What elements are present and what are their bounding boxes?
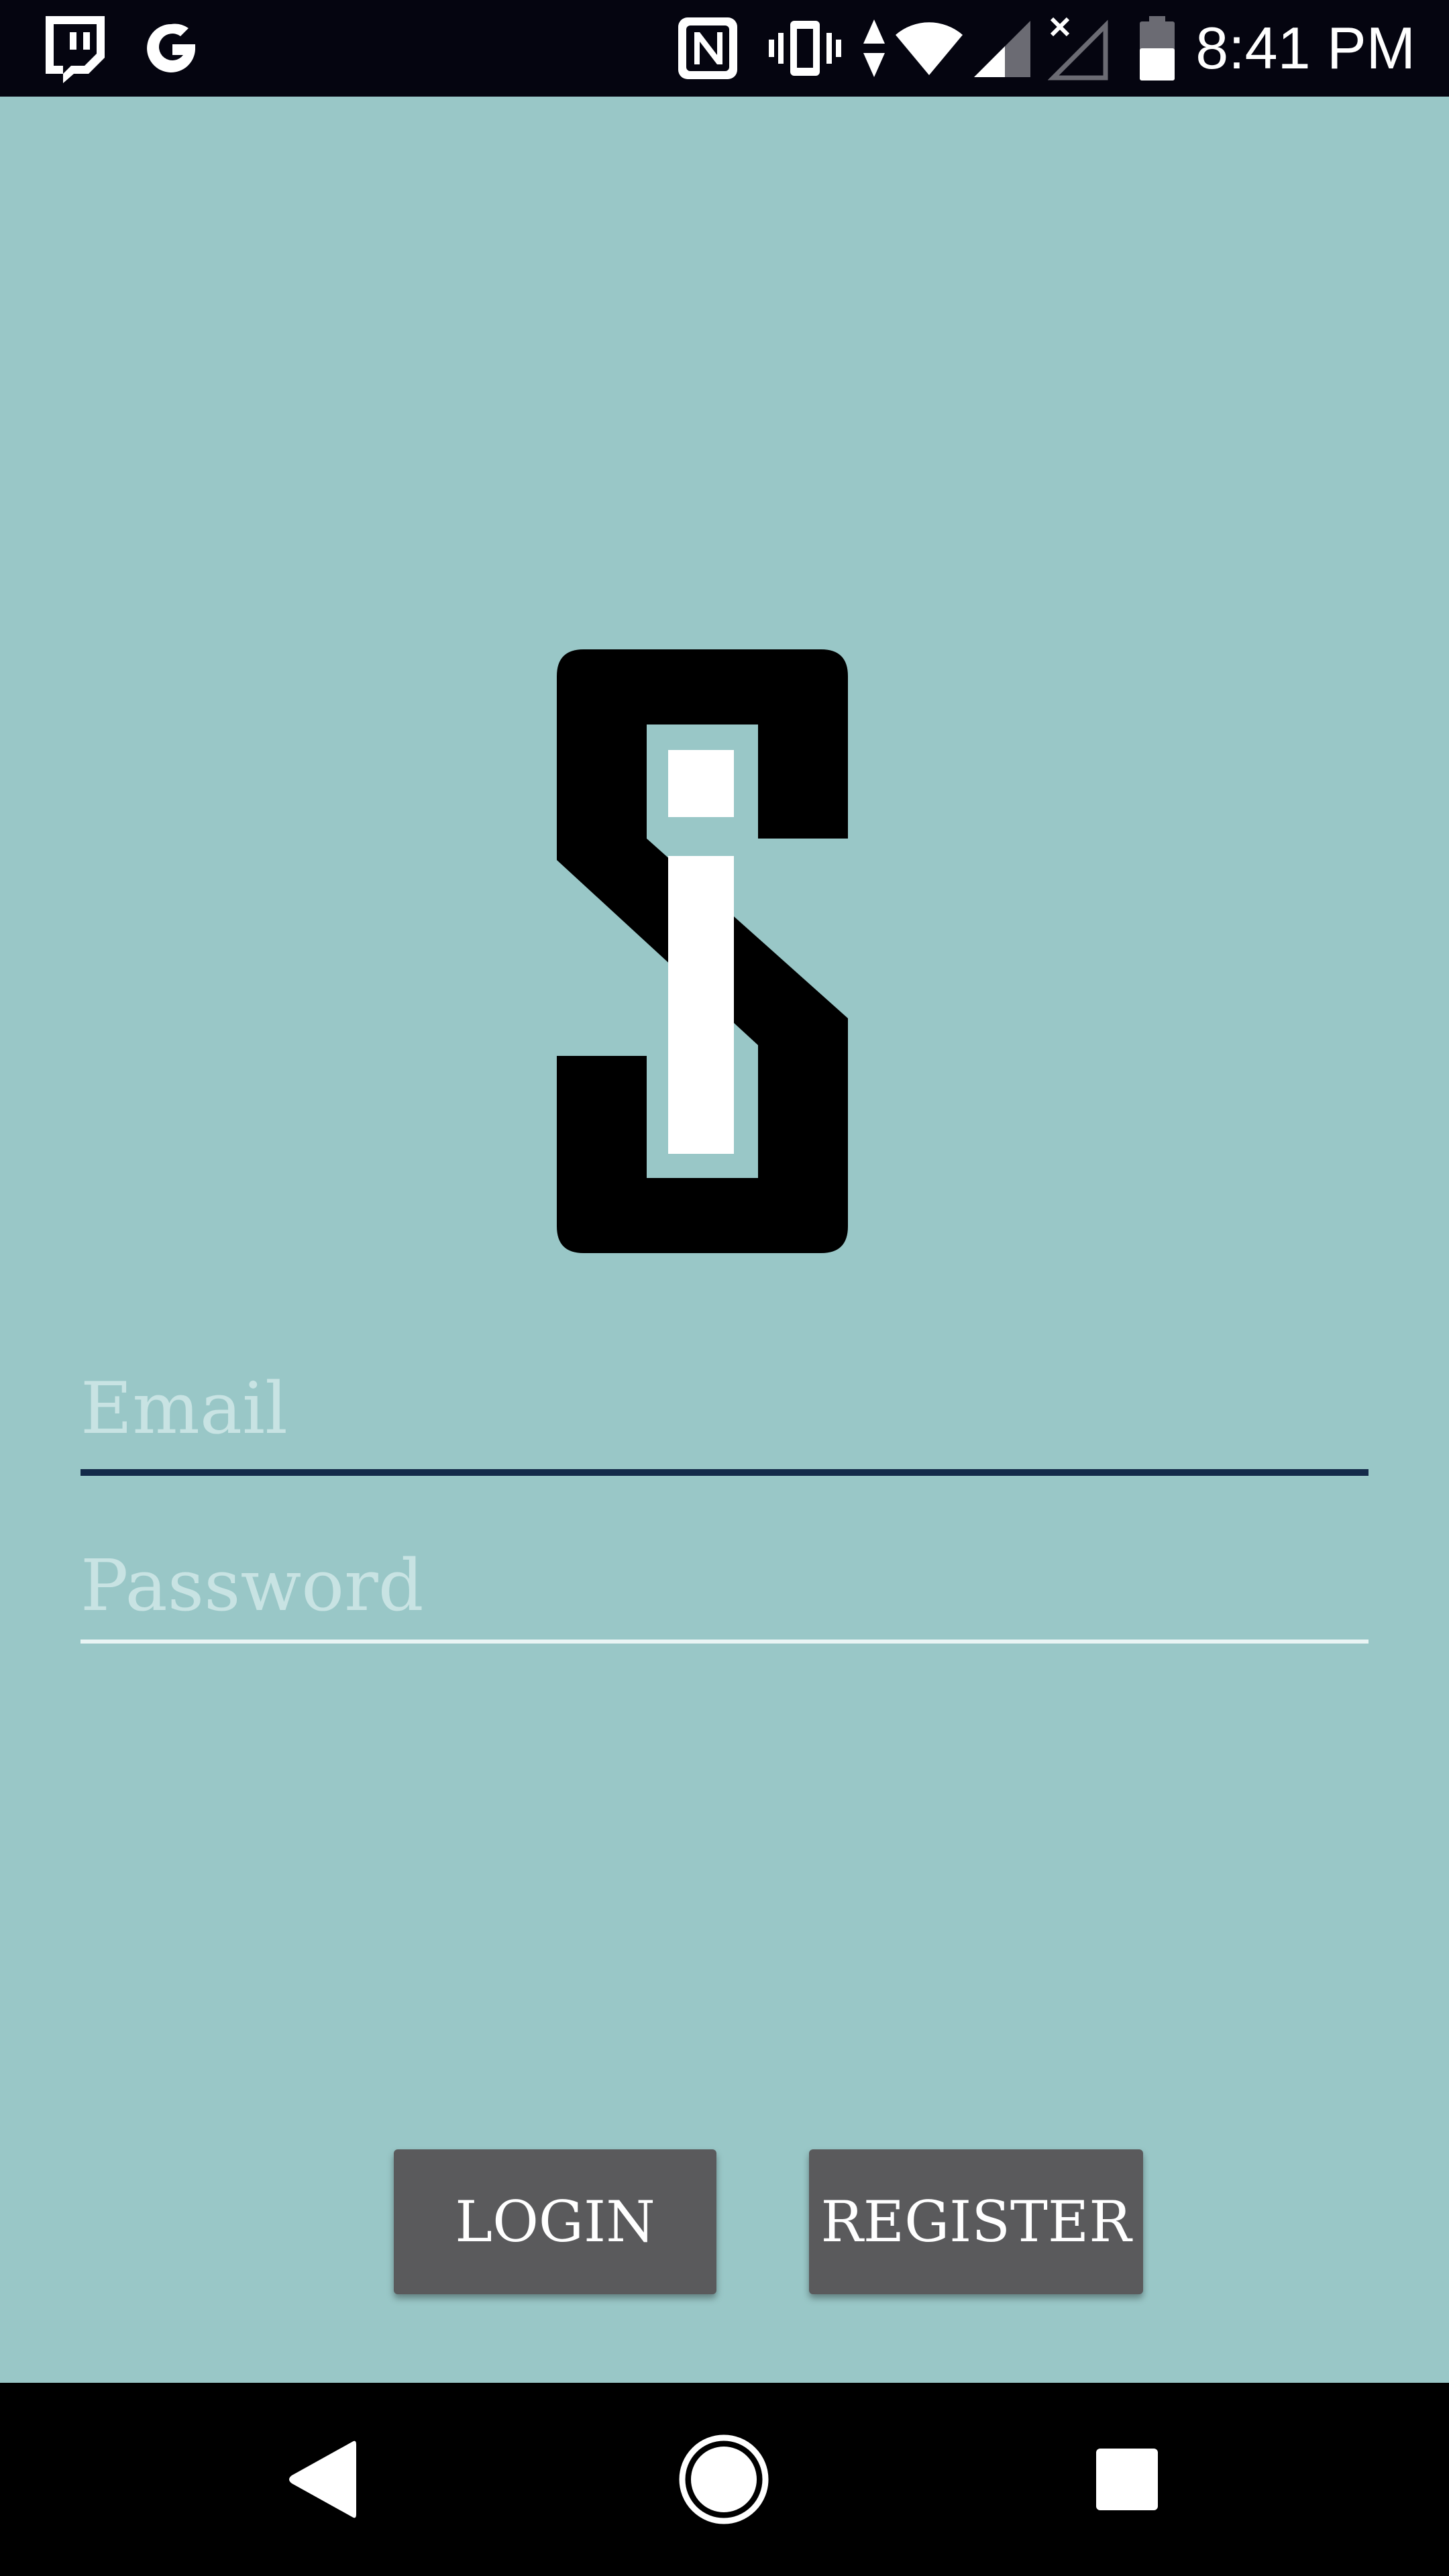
email-field bbox=[80, 1348, 1368, 1476]
recents-icon bbox=[1096, 2449, 1158, 2510]
login-screen: LOGIN REGISTER bbox=[0, 97, 1449, 2383]
cell-signal-icon bbox=[969, 0, 1036, 97]
password-field bbox=[80, 1532, 1368, 1644]
status-time: 8:41 PM bbox=[1195, 15, 1415, 81]
status-bar: 8:41 PM bbox=[0, 0, 1449, 97]
wifi-icon bbox=[892, 0, 966, 97]
back-icon bbox=[289, 2440, 356, 2518]
email-input[interactable] bbox=[80, 1348, 1368, 1469]
home-button[interactable] bbox=[643, 2383, 804, 2576]
data-activity-icon bbox=[857, 0, 891, 97]
twitch-icon bbox=[37, 0, 111, 97]
back-button[interactable] bbox=[241, 2383, 402, 2576]
home-icon bbox=[679, 2434, 769, 2524]
nfc-icon bbox=[671, 0, 745, 97]
password-input[interactable] bbox=[80, 1532, 1368, 1640]
si-logo bbox=[557, 649, 848, 1253]
email-underline bbox=[80, 1469, 1368, 1476]
recents-button[interactable] bbox=[1046, 2383, 1208, 2576]
battery-icon bbox=[1130, 0, 1184, 97]
navigation-bar bbox=[0, 2383, 1449, 2576]
google-icon bbox=[134, 0, 208, 97]
password-underline bbox=[80, 1640, 1368, 1644]
no-sim-icon bbox=[1045, 0, 1112, 97]
vibrate-icon bbox=[765, 0, 845, 97]
login-button[interactable]: LOGIN bbox=[394, 2149, 716, 2294]
register-button[interactable]: REGISTER bbox=[809, 2149, 1143, 2294]
